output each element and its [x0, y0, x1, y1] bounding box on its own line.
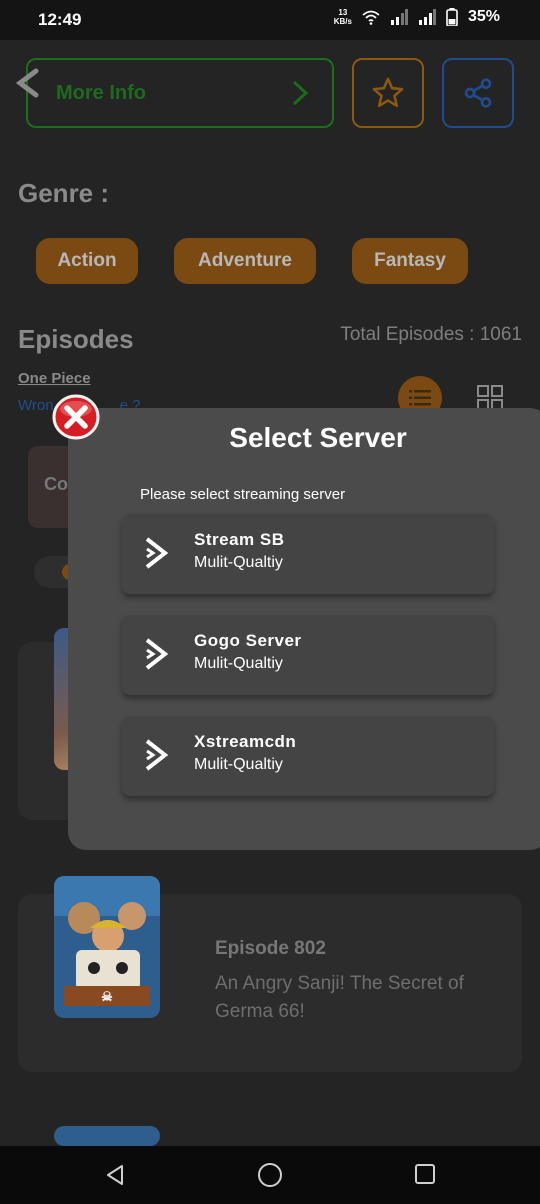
- favorite-button[interactable]: [352, 58, 424, 128]
- network-speed-value: 13: [338, 8, 348, 17]
- play-stream-icon: [145, 739, 169, 771]
- episode-thumbnail: [54, 1126, 160, 1146]
- select-server-dialog: Select Server Please select streaming se…: [68, 408, 540, 850]
- chevron-right-icon: [292, 80, 309, 106]
- battery-icon: [446, 8, 458, 26]
- total-episodes: Total Episodes : 1061: [340, 324, 522, 345]
- close-icon[interactable]: [52, 394, 100, 440]
- server-quality: Mulit-Qualtiy: [194, 655, 283, 672]
- system-navigation-bar: [0, 1146, 540, 1204]
- share-button[interactable]: [442, 58, 514, 128]
- network-speed: 13 KB/s: [334, 8, 352, 26]
- more-info-button[interactable]: More Info: [26, 58, 334, 128]
- server-option-gogo[interactable]: Gogo Server Mulit-Qualtiy: [122, 615, 494, 695]
- nav-back-icon[interactable]: [104, 1164, 126, 1186]
- anime-name-link[interactable]: One Piece: [18, 370, 91, 387]
- wifi-icon: [362, 10, 380, 25]
- episode-description: An Angry Sanji! The Secret of Germa 66!: [215, 973, 464, 1022]
- episode-thumbnail: ☠: [54, 876, 160, 1018]
- top-action-bar: More Info: [0, 50, 540, 128]
- episode-card[interactable]: ☠ Episode 802 An Angry Sanji! The Secret…: [18, 876, 522, 1072]
- status-time: 12:49: [38, 10, 82, 29]
- status-bar: 12:49 13 KB/s 35%: [0, 0, 540, 40]
- poster-logo: ☠: [101, 989, 113, 1004]
- episodes-heading: Episodes: [18, 324, 134, 354]
- back-arrow-icon[interactable]: [14, 68, 42, 98]
- dialog-title: Select Server: [229, 422, 407, 453]
- cell-signal-1-icon: [390, 9, 408, 25]
- server-option-stream-sb[interactable]: Stream SB Mulit-Qualtiy: [122, 514, 494, 594]
- server-name: Xstreamcdn: [194, 732, 297, 751]
- one-piece-poster: ☠: [54, 876, 160, 1018]
- play-stream-icon: [145, 537, 169, 569]
- cell-signal-2-icon: [418, 9, 436, 25]
- status-icons: 13 KB/s 35%: [334, 8, 500, 26]
- play-stream-icon: [145, 638, 169, 670]
- share-icon: [464, 78, 492, 108]
- dialog-subtitle: Please select streaming server: [140, 486, 346, 503]
- server-quality: Mulit-Qualtiy: [194, 756, 283, 773]
- related-anime-text: Co: [44, 474, 68, 494]
- server-quality: Mulit-Qualtiy: [194, 554, 283, 571]
- wrong-link-prefix: Wron: [18, 397, 54, 414]
- app-screen: 12:49 13 KB/s 35% More Info Genre: Acti…: [0, 0, 540, 1204]
- genre-chip-adventure[interactable]: Adventure: [174, 238, 316, 284]
- genre-heading: Genre :: [18, 178, 110, 208]
- star-icon: [372, 77, 404, 108]
- list-icon: [409, 390, 431, 406]
- episode-title: Episode 802: [215, 938, 326, 959]
- nav-home-icon[interactable]: [258, 1163, 282, 1187]
- network-speed-unit: KB/s: [333, 17, 352, 26]
- genre-chip-action[interactable]: Action: [36, 238, 138, 284]
- nav-recents-icon[interactable]: [415, 1164, 435, 1184]
- server-name: Gogo Server: [194, 631, 302, 650]
- genre-chip-fantasy[interactable]: Fantasy: [352, 238, 468, 284]
- battery-percent: 35%: [467, 8, 500, 25]
- server-name: Stream SB: [194, 530, 285, 549]
- more-info-label: More Info: [56, 82, 146, 104]
- server-option-xstreamcdn[interactable]: Xstreamcdn Mulit-Qualtiy: [122, 716, 494, 796]
